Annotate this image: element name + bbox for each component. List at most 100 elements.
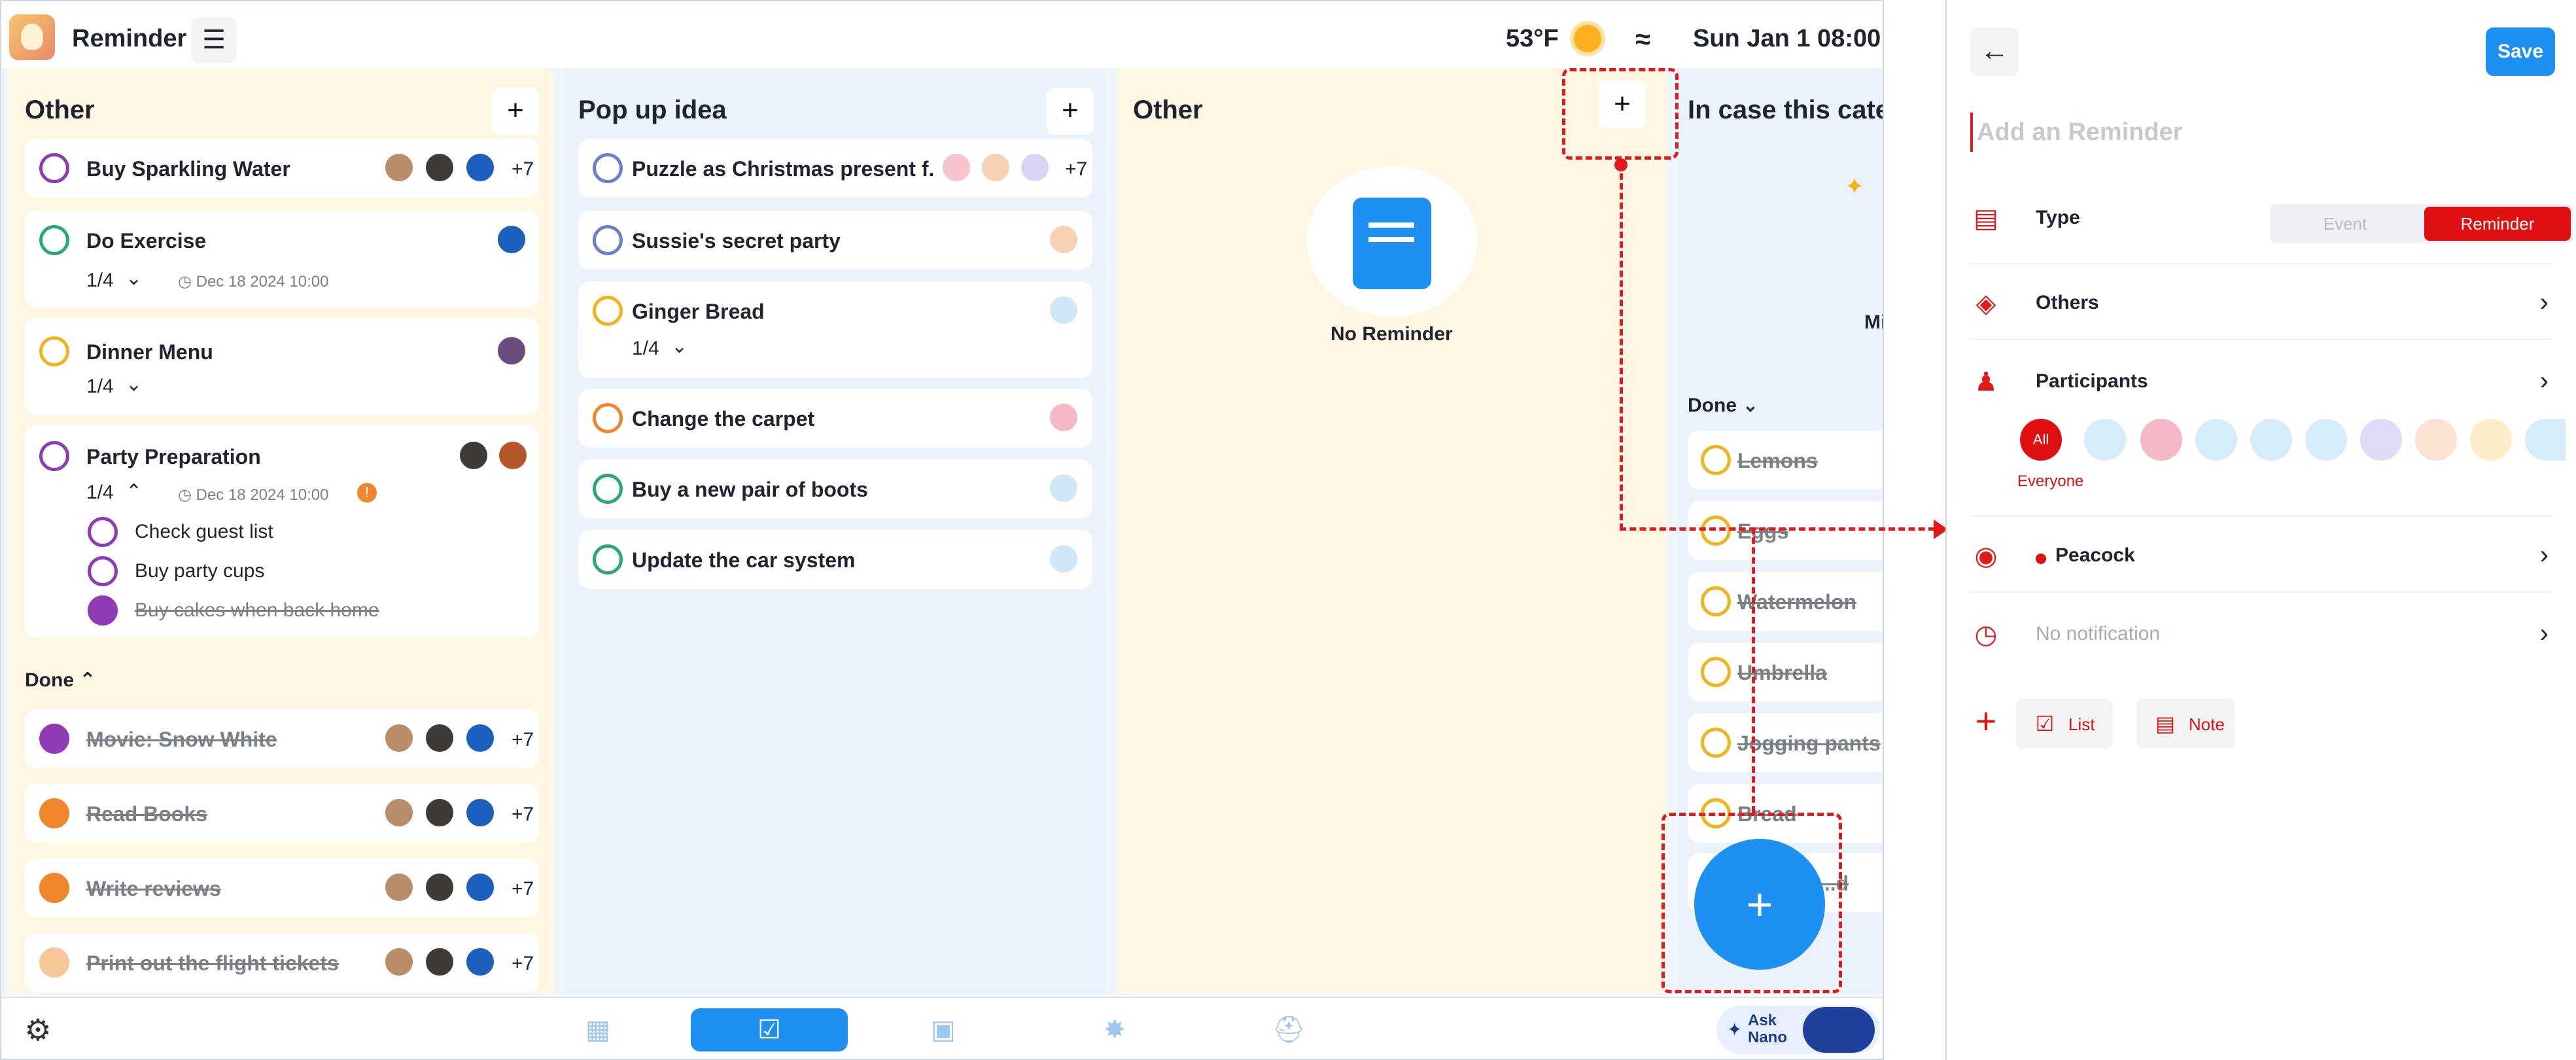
status-ring[interactable]: [593, 403, 623, 433]
cart-icon[interactable]: ⛑: [1256, 1008, 1321, 1051]
due-date-text: Dec 18 2024 10:00: [196, 486, 329, 504]
participants-icon: ♟: [1974, 368, 1998, 397]
status-ring[interactable]: [1701, 657, 1731, 687]
task-title: Update the car system: [632, 548, 856, 572]
participant-avatar[interactable]: [2360, 419, 2402, 461]
subtask-ring-done[interactable]: [88, 595, 118, 626]
status-ring[interactable]: [39, 798, 69, 828]
column-other-empty: Other + No Reminder: [1117, 68, 1667, 994]
status-ring[interactable]: [39, 724, 69, 754]
calendar-icon[interactable]: ▦: [565, 1008, 631, 1051]
task-card-done[interactable]: Eggs: [1688, 501, 1883, 560]
task-card-done[interactable]: Write reviews +7: [25, 858, 539, 917]
chevron-down-icon[interactable]: ⌄: [126, 373, 142, 396]
type-option-reminder[interactable]: Reminder: [2424, 207, 2571, 241]
task-card-done[interactable]: Movie: Snow White +7: [25, 709, 539, 768]
status-ring[interactable]: [39, 873, 69, 903]
top-bar: Reminder ☰ 53°F ≈ Sun Jan 1 08:00: [1, 1, 1883, 68]
image-icon[interactable]: ▣: [911, 1008, 976, 1051]
task-card-done[interactable]: Watermelon: [1688, 572, 1883, 631]
participant-avatar[interactable]: [2470, 419, 2512, 461]
status-ring[interactable]: [1701, 586, 1731, 616]
status-ring[interactable]: [593, 296, 623, 326]
participant-avatar[interactable]: [2084, 419, 2126, 461]
task-card-done[interactable]: Umbrella: [1688, 643, 1883, 701]
ask-nano-label: Ask Nano: [1748, 1012, 1787, 1046]
type-row: ▤ Type Event Reminder: [1970, 183, 2573, 264]
avatar: [383, 946, 415, 978]
add-task-button[interactable]: +: [1047, 88, 1094, 135]
task-card[interactable]: Dinner Menu 1/4 ⌄: [25, 318, 539, 415]
status-ring[interactable]: [39, 153, 69, 183]
app-title: Reminder: [72, 25, 187, 52]
subtask-progress[interactable]: 1/4: [86, 376, 114, 398]
status-ring[interactable]: [39, 947, 69, 978]
add-list-button[interactable]: ☑ List: [2016, 699, 2113, 749]
task-card[interactable]: Party Preparation 1/4 ⌃ ◷ Dec 18 2024 10…: [25, 425, 539, 637]
participant-avatar[interactable]: [2250, 419, 2292, 461]
subtask-ring[interactable]: [88, 517, 118, 547]
save-button[interactable]: Save: [2486, 27, 2555, 76]
participant-avatar[interactable]: [2195, 419, 2237, 461]
avatar: [458, 440, 489, 471]
task-card[interactable]: Do Exercise 1/4 ⌄ ◷ Dec 18 2024 10:00: [25, 211, 539, 308]
add-note-button[interactable]: ▤ Note: [2136, 699, 2235, 749]
ask-nano-button[interactable]: ✦ Ask Nano: [1716, 1006, 1880, 1054]
category-label: Others: [2036, 292, 2099, 313]
task-card-done[interactable]: Jogging pants: [1688, 713, 1883, 772]
task-card[interactable]: Sussie's secret party: [578, 211, 1092, 270]
status-ring[interactable]: [1701, 445, 1731, 475]
task-card-done[interactable]: Print out the flight tickets +7: [25, 933, 539, 992]
badge-icon[interactable]: ✸: [1082, 1008, 1147, 1051]
task-card[interactable]: Buy a new pair of boots: [578, 459, 1092, 518]
status-ring[interactable]: [1701, 516, 1731, 546]
participant-more: +7: [512, 953, 534, 974]
back-arrow-icon[interactable]: ←: [1970, 27, 2019, 76]
task-card[interactable]: Buy Sparkling Water +7: [25, 139, 539, 198]
task-card[interactable]: Change the carpet: [578, 389, 1092, 448]
status-ring[interactable]: [593, 474, 623, 504]
participant-avatar[interactable]: [2305, 419, 2347, 461]
chevron-down-icon[interactable]: ⌄: [671, 335, 688, 358]
status-ring[interactable]: [39, 336, 69, 366]
participant-avatar[interactable]: [2140, 419, 2182, 461]
task-card[interactable]: Update the car system: [578, 530, 1092, 589]
subtask-progress[interactable]: 1/4: [86, 270, 114, 292]
status-ring[interactable]: [39, 441, 69, 471]
subtask-progress[interactable]: 1/4: [632, 338, 659, 360]
tag-row[interactable]: ◉ Peacock ›: [1970, 521, 2552, 593]
participant-avatar[interactable]: [2525, 419, 2566, 461]
done-toggle[interactable]: Done ⌃: [25, 669, 96, 692]
reminder-title-input[interactable]: [1970, 113, 2546, 152]
participants-label: Participants: [2036, 370, 2148, 392]
participant-avatar[interactable]: [2415, 419, 2457, 461]
chevron-up-icon[interactable]: ⌃: [126, 480, 142, 503]
sparkle-icon: ✦: [1845, 173, 1865, 200]
chevron-down-icon[interactable]: ⌄: [126, 267, 142, 290]
task-card[interactable]: Ginger Bread 1/4 ⌄: [578, 281, 1092, 378]
status-ring[interactable]: [593, 153, 623, 183]
status-ring[interactable]: [593, 225, 623, 255]
subtask-title: Check guest list: [135, 521, 273, 542]
task-card[interactable]: Puzzle as Christmas present f... +7: [578, 139, 1092, 198]
participant-all[interactable]: All: [2020, 419, 2062, 461]
subtask-ring[interactable]: [88, 556, 118, 586]
scroll-icon: [1353, 198, 1431, 289]
checklist-icon[interactable]: ☑: [691, 1008, 848, 1051]
task-card-done[interactable]: Read Books +7: [25, 784, 539, 843]
settings-icon[interactable]: ⚙: [5, 1008, 71, 1051]
type-option-event[interactable]: Event: [2270, 204, 2420, 243]
add-task-button[interactable]: +: [492, 88, 539, 135]
status-ring[interactable]: [1701, 728, 1731, 758]
status-ring[interactable]: [593, 544, 623, 574]
done-toggle[interactable]: Done ⌄: [1688, 394, 1758, 417]
empty-label: No Reminder: [1331, 323, 1453, 345]
sidebar-toggle-button[interactable]: ☰: [191, 17, 237, 63]
notification-row[interactable]: ◷ No notification ›: [1970, 599, 2552, 671]
task-title: Eggs: [1737, 520, 1789, 543]
status-ring[interactable]: [39, 225, 69, 255]
category-row[interactable]: ◈ Others ›: [1970, 268, 2552, 340]
subtask-title: Buy cakes when back home: [135, 599, 379, 621]
task-card-done[interactable]: Lemons: [1688, 431, 1883, 489]
subtask-progress[interactable]: 1/4: [86, 482, 114, 504]
